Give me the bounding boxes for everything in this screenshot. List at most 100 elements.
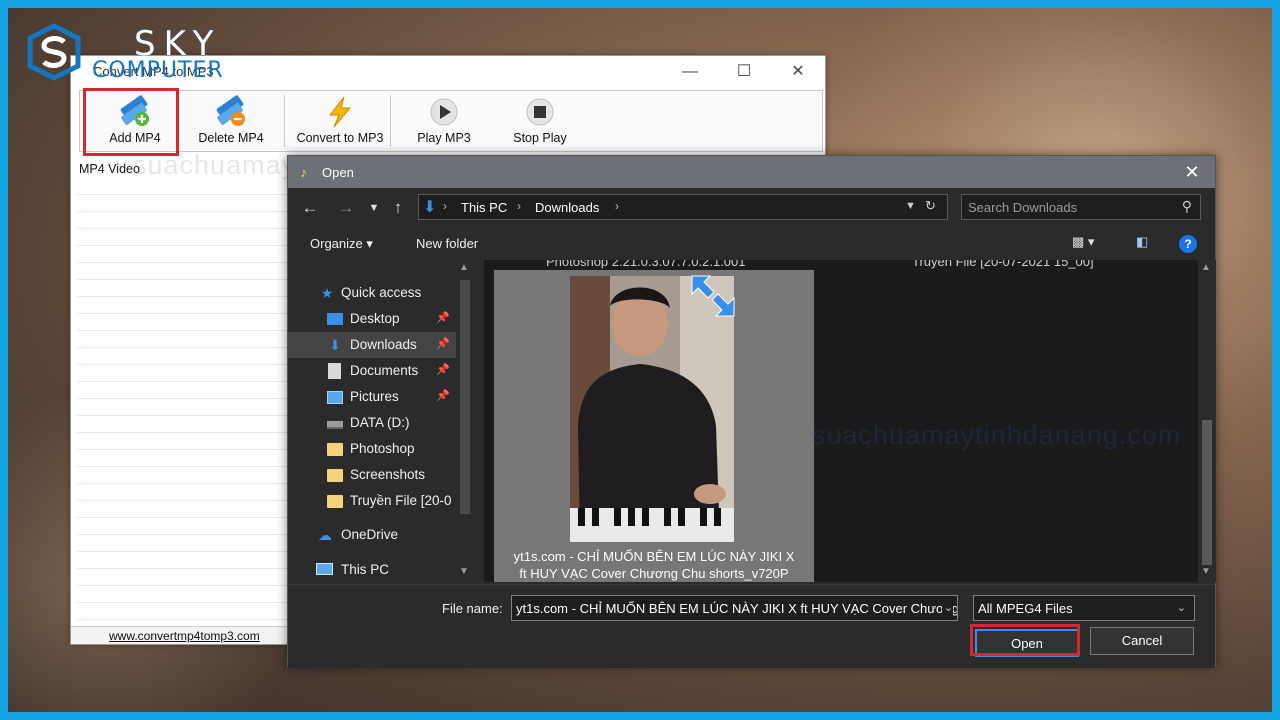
nav-pane-scrollbar[interactable]: ▲ ▼ (456, 260, 474, 582)
maximize-button[interactable]: ☐ (721, 60, 767, 84)
file-area-scrollbar[interactable]: ▲ ▼ (1198, 260, 1216, 582)
address-bar[interactable]: ⬇ › This PC › Downloads › ▼ ↻ (418, 194, 948, 220)
file-caption-line: ft HUY VẠC Cover Chương Chu shorts_v720P (519, 566, 789, 581)
cancel-button[interactable]: Cancel (1090, 627, 1194, 655)
breadcrumb-downloads[interactable]: Downloads (535, 200, 599, 215)
new-folder-button[interactable]: New folder (416, 236, 478, 251)
nav-photoshop[interactable]: Photoshop (288, 436, 456, 462)
dialog-titlebar: ♪ Open ✕ (288, 156, 1215, 188)
file-name-dropdown-icon[interactable]: ⌄ (941, 601, 953, 614)
back-arrow-icon[interactable]: ← (298, 196, 322, 220)
file-caption: yt1s.com - CHỈ MUỐN BÊN EM LÚC NÀY JIKI … (494, 548, 814, 582)
play-mp3-label: Play MP3 (417, 131, 471, 145)
music-note-icon: ♪ (300, 164, 307, 180)
up-arrow-icon[interactable]: ↑ (386, 196, 410, 220)
command-bar: Organize ▾ New folder ▩ ▾ ◧ ? (288, 230, 1215, 258)
shortcut-arrows-icon (691, 275, 735, 317)
logo-mark-icon (27, 23, 81, 81)
folder-icon (326, 466, 344, 484)
file-tile-selected[interactable]: yt1s.com - CHỈ MUỐN BÊN EM LÚC NÀY JIKI … (494, 270, 814, 582)
pin-icon: 📌 (436, 338, 450, 350)
preview-pane-icon[interactable]: ◧ (1136, 234, 1148, 250)
file-name-value: yt1s.com - CHỈ MUỐN BÊN EM LÚC NÀY JIKI … (516, 601, 958, 616)
nav-this-pc[interactable]: This PC (288, 557, 456, 582)
breadcrumb-this-pc[interactable]: This PC (461, 200, 507, 215)
film-delete-icon (216, 95, 245, 126)
help-icon[interactable]: ? (1179, 235, 1197, 253)
website-link[interactable]: www.convertmp4tomp3.com (109, 629, 260, 643)
delete-mp4-button[interactable]: Delete MP4 (184, 91, 278, 151)
nav-label: OneDrive (341, 527, 399, 542)
converter-toolbar: Add MP4 Delete MP4 Convert to MP3 Play M… (79, 90, 823, 152)
close-button[interactable]: ✕ (775, 60, 821, 84)
dialog-close-button[interactable]: ✕ (1175, 158, 1209, 186)
scrollbar-thumb[interactable] (1202, 420, 1212, 565)
mp4-video-list[interactable] (77, 178, 287, 626)
nav-label: Photoshop (350, 441, 415, 456)
delete-mp4-label: Delete MP4 (198, 131, 264, 145)
drive-icon (326, 414, 344, 432)
nav-truyen-file[interactable]: Truyền File [20-0 (288, 488, 456, 514)
address-dropdown-icon[interactable]: ▼ (905, 200, 916, 212)
folder-icon (326, 492, 344, 510)
stop-play-button[interactable]: Stop Play (492, 91, 588, 151)
open-button-highlight-box (970, 624, 1080, 656)
breadcrumb-separator-icon: › (615, 199, 619, 213)
toolbar-divider (390, 95, 391, 147)
file-name-label: File name: (442, 601, 503, 616)
file-type-select[interactable]: All MPEG4 Files ⌄ (973, 595, 1195, 621)
folder-icon (326, 440, 344, 458)
nav-label: Pictures (350, 389, 399, 404)
nav-label: Screenshots (350, 467, 426, 482)
nav-downloads[interactable]: ⬇ Downloads 📌 (288, 332, 456, 358)
breadcrumb-separator-icon: › (517, 199, 521, 213)
nav-desktop[interactable]: Desktop 📌 (288, 306, 456, 332)
scroll-down-icon[interactable]: ▼ (459, 566, 469, 577)
scroll-down-icon[interactable]: ▼ (1201, 566, 1211, 577)
computer-icon (316, 561, 334, 579)
documents-icon (326, 362, 344, 380)
folder-name-above: Truyền File [20-07-2021 15_00] (912, 260, 1094, 269)
chevron-down-icon: ⌄ (1176, 602, 1186, 614)
nav-pictures[interactable]: Pictures 📌 (288, 384, 456, 410)
star-icon: ★ (320, 285, 334, 301)
nav-label: DATA (D:) (350, 415, 410, 430)
nav-screenshots[interactable]: Screenshots (288, 462, 456, 488)
nav-label: Quick access (341, 285, 422, 300)
play-mp3-button[interactable]: Play MP3 (396, 91, 492, 151)
minimize-button[interactable]: — (667, 60, 713, 84)
scroll-up-icon[interactable]: ▲ (459, 262, 469, 273)
view-options-icon[interactable]: ▩ ▾ (1072, 234, 1094, 250)
open-file-dialog: ♪ Open ✕ ← → ▼ ↑ ⬇ › This PC › Downloads… (287, 155, 1216, 668)
nav-label: Truyền File [20-0 (350, 493, 452, 508)
sky-computer-logo: SKY COMPUTER (22, 18, 242, 88)
list-header: MP4 Video (79, 162, 140, 176)
watermark-text: suachuamaytinhdanang.com (812, 420, 1182, 450)
pin-icon: 📌 (436, 390, 450, 402)
organize-label: Organize (310, 236, 363, 251)
nav-label: Documents (350, 363, 419, 378)
folder-name-above: Photoshop 2.21.0.3.07.7.0.2.1.001 (546, 260, 746, 269)
lightning-icon (328, 96, 352, 128)
search-input[interactable] (968, 198, 1168, 216)
logo-computer-text: COMPUTER (92, 58, 224, 83)
organize-menu[interactable]: Organize ▾ (310, 236, 373, 252)
scrollbar-thumb[interactable] (460, 280, 470, 514)
convert-to-mp3-button[interactable]: Convert to MP3 (288, 91, 392, 151)
toolbar-divider (284, 95, 285, 147)
refresh-icon[interactable]: ↻ (925, 198, 936, 214)
pictures-icon (326, 388, 344, 406)
stop-icon (526, 98, 554, 126)
search-box[interactable]: ⚲ (961, 194, 1201, 220)
recent-locations-chevron-icon[interactable]: ▼ (362, 196, 386, 220)
nav-data-drive[interactable]: DATA (D:) (288, 410, 456, 436)
forward-arrow-icon[interactable]: → (334, 196, 358, 220)
pin-icon: 📌 (436, 312, 450, 324)
file-name-field[interactable]: yt1s.com - CHỈ MUỐN BÊN EM LÚC NÀY JIKI … (511, 595, 958, 621)
nav-quick-access[interactable]: ★ Quick access (288, 280, 456, 306)
play-icon (430, 98, 458, 126)
add-mp4-highlight-box (83, 88, 179, 156)
nav-documents[interactable]: Documents 📌 (288, 358, 456, 384)
scroll-up-icon[interactable]: ▲ (1201, 262, 1211, 273)
nav-onedrive[interactable]: ☁ OneDrive (288, 522, 456, 548)
